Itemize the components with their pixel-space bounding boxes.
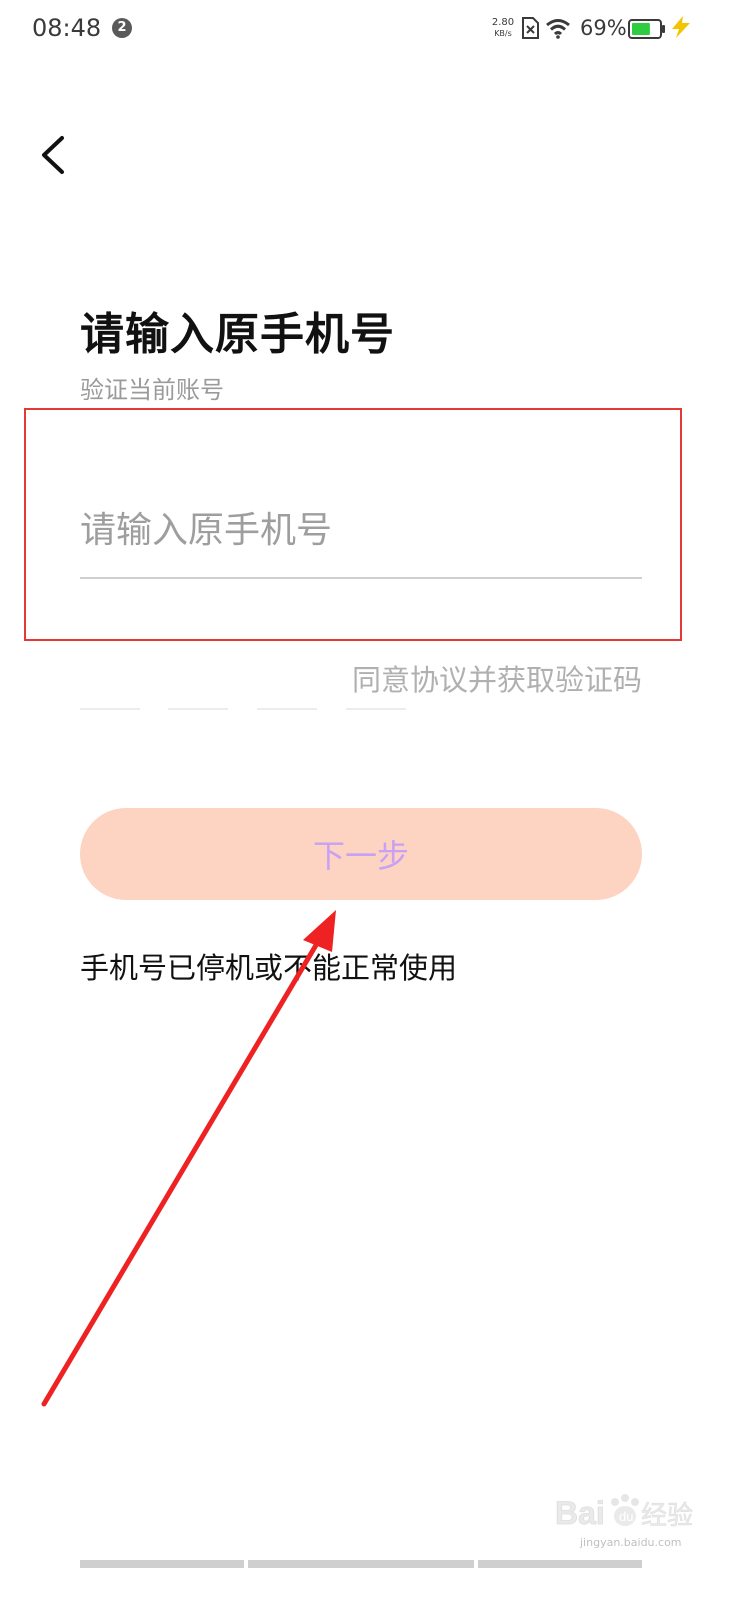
annotation-arrow — [41, 910, 336, 1407]
battery-percent: 69% — [580, 16, 627, 40]
network-speed-unit: KB/s — [494, 29, 512, 38]
battery-icon — [628, 18, 666, 44]
notification-badge: 2 — [112, 18, 132, 38]
get-verification-code-link[interactable]: 同意协议并获取验证码 — [352, 657, 642, 699]
bottom-bar-3 — [478, 1560, 642, 1568]
number-unavailable-link[interactable]: 手机号已停机或不能正常使用 — [80, 945, 457, 987]
svg-text:Bai: Bai — [555, 1495, 605, 1531]
wifi-icon — [545, 17, 571, 43]
code-slot-4 — [346, 708, 406, 710]
svg-text:du: du — [619, 1509, 633, 1524]
status-bar: 08:48 2 2.80 KB/s 69% — [0, 0, 738, 60]
network-speed-value: 2.80 — [491, 17, 515, 28]
chevron-left-icon — [42, 136, 64, 174]
back-button[interactable] — [32, 130, 76, 180]
no-sim-icon — [520, 17, 540, 43]
next-step-button[interactable]: 下一步 — [80, 808, 642, 900]
phone-number-input[interactable] — [80, 500, 642, 560]
bottom-bar-1 — [80, 1560, 244, 1568]
baidu-watermark-url: jingyan.baidu.com — [580, 1536, 682, 1549]
status-time: 08:48 — [32, 14, 102, 42]
charging-icon — [668, 14, 694, 44]
code-slot-2 — [168, 708, 228, 710]
network-speed: 2.80 KB/s — [488, 17, 518, 39]
input-underline — [80, 577, 642, 579]
page-subtitle: 验证当前账号 — [80, 376, 224, 404]
svg-text:经验: 经验 — [641, 1501, 693, 1531]
bottom-bar-2 — [248, 1560, 474, 1568]
code-slot-1 — [80, 708, 140, 710]
page-title: 请输入原手机号 — [80, 309, 395, 360]
code-slot-3 — [257, 708, 317, 710]
